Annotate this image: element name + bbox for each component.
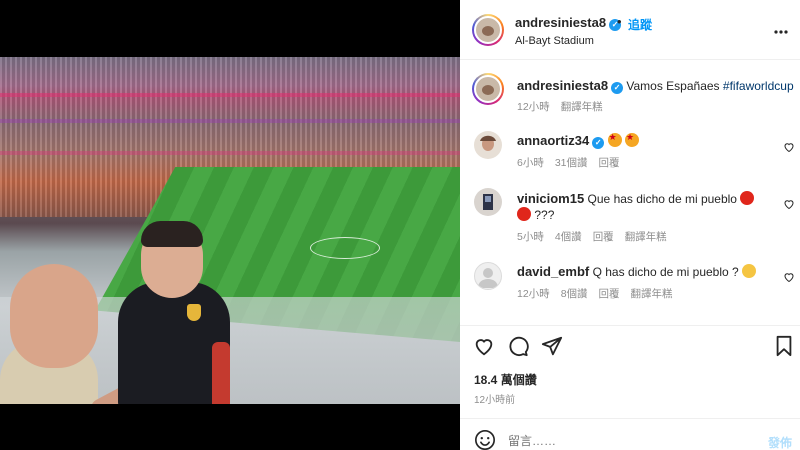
like-comment-icon[interactable] xyxy=(783,140,795,153)
post-comment-button[interactable]: 發佈 xyxy=(768,434,792,450)
comment-username[interactable]: annaortiz34 xyxy=(517,133,589,148)
posted-time[interactable]: 12小時前 xyxy=(474,391,515,406)
comment-text: david_embf Q has dicho de mi pueblo ? xyxy=(517,264,757,279)
default-avatar-icon[interactable] xyxy=(474,262,502,290)
man-face xyxy=(10,264,98,368)
post-sidebar: andresiniesta8 ✓ • 追蹤 Al-Bayt Stadium and… xyxy=(460,0,800,450)
comment-text: annaortiz34 ✓ xyxy=(517,132,639,149)
comment-time[interactable]: 5小時 xyxy=(517,231,544,243)
jersey-sleeve xyxy=(212,342,230,404)
post-media xyxy=(0,0,460,450)
bookmark-icon[interactable] xyxy=(773,335,795,357)
composer-divider xyxy=(460,418,800,419)
commenter-avatar[interactable] xyxy=(474,131,502,159)
like-comment-icon[interactable] xyxy=(783,197,795,210)
comment-body-cont: ??? xyxy=(534,208,555,222)
reply-button[interactable]: 回覆 xyxy=(593,231,614,243)
caption-text: andresiniesta8 ✓ Vamos Españaes #fifaworl… xyxy=(517,78,794,94)
comment-likes[interactable]: 31個讚 xyxy=(555,157,588,169)
more-options-icon[interactable] xyxy=(774,21,788,38)
hashtag-link[interactable]: #fifaworldcup xyxy=(723,79,794,93)
comment-text: viniciom15 Que has dicho de mi pueblo xyxy=(517,191,755,206)
translate-button[interactable]: 翻譯年糕 xyxy=(625,231,667,243)
comment-likes[interactable]: 8個讚 xyxy=(561,288,588,300)
stands-banner xyxy=(0,151,460,155)
comment-body: Que has dicho de mi pueblo xyxy=(587,192,737,206)
jersey-crest xyxy=(187,304,201,321)
like-comment-icon[interactable] xyxy=(783,270,795,283)
angry-emoji-icon xyxy=(517,207,531,221)
verified-icon: ✓ xyxy=(611,82,624,94)
caption-meta: 12小時 翻譯年糕 xyxy=(517,99,614,114)
child-hair xyxy=(141,221,203,247)
caption-body: Vamos Españaes xyxy=(626,79,720,93)
reply-button[interactable]: 回覆 xyxy=(599,288,620,300)
emoji-picker-icon[interactable] xyxy=(474,429,496,450)
reply-button[interactable]: 回覆 xyxy=(599,157,620,169)
share-icon[interactable] xyxy=(541,335,563,357)
caption-translate[interactable]: 翻譯年糕 xyxy=(561,101,603,113)
smirk-emoji-icon xyxy=(742,264,757,278)
star-struck-emoji-icon xyxy=(624,132,639,147)
center-circle xyxy=(310,237,380,259)
comment-time[interactable]: 6小時 xyxy=(517,157,544,169)
comment-time[interactable]: 12小時 xyxy=(517,288,550,300)
header-separator: • xyxy=(617,14,622,29)
comment-text-line2: ??? xyxy=(517,207,554,222)
comment-icon[interactable] xyxy=(507,335,529,357)
caption-username[interactable]: andresiniesta8 xyxy=(517,78,608,93)
comment-body: Q has dicho de mi pueblo ? xyxy=(592,265,739,279)
comment-username[interactable]: viniciom15 xyxy=(517,191,584,206)
comment-input[interactable] xyxy=(508,432,748,450)
author-username[interactable]: andresiniesta8 ✓ xyxy=(515,15,622,31)
comment-likes[interactable]: 4個讚 xyxy=(555,231,582,243)
author-avatar[interactable] xyxy=(472,14,504,46)
like-icon[interactable] xyxy=(473,335,495,357)
actions-divider xyxy=(460,325,800,326)
header-divider xyxy=(460,59,800,60)
caption-avatar[interactable] xyxy=(472,73,504,105)
commenter-avatar[interactable] xyxy=(474,188,502,216)
comment-meta: 6小時 31個讚 回覆 xyxy=(517,155,631,170)
verified-icon: ✓ xyxy=(592,137,605,149)
location-link[interactable]: Al-Bayt Stadium xyxy=(515,35,594,47)
star-struck-emoji-icon xyxy=(607,132,622,147)
comment-meta: 12小時 8個讚 回覆 翻譯年糕 xyxy=(517,286,684,301)
comment-username[interactable]: david_embf xyxy=(517,264,589,279)
likes-count[interactable]: 18.4 萬個讚 xyxy=(474,371,537,388)
stands-banner xyxy=(0,93,460,97)
follow-button[interactable]: 追蹤 xyxy=(628,16,652,33)
caption-time[interactable]: 12小時 xyxy=(517,101,550,113)
post-photo[interactable] xyxy=(0,57,460,404)
translate-button[interactable]: 翻譯年糕 xyxy=(631,288,673,300)
instagram-post-view: andresiniesta8 ✓ • 追蹤 Al-Bayt Stadium and… xyxy=(0,0,800,450)
stands-banner xyxy=(0,119,460,123)
angry-emoji-icon xyxy=(740,191,755,205)
comment-meta: 5小時 4個讚 回覆 翻譯年糕 xyxy=(517,229,678,244)
